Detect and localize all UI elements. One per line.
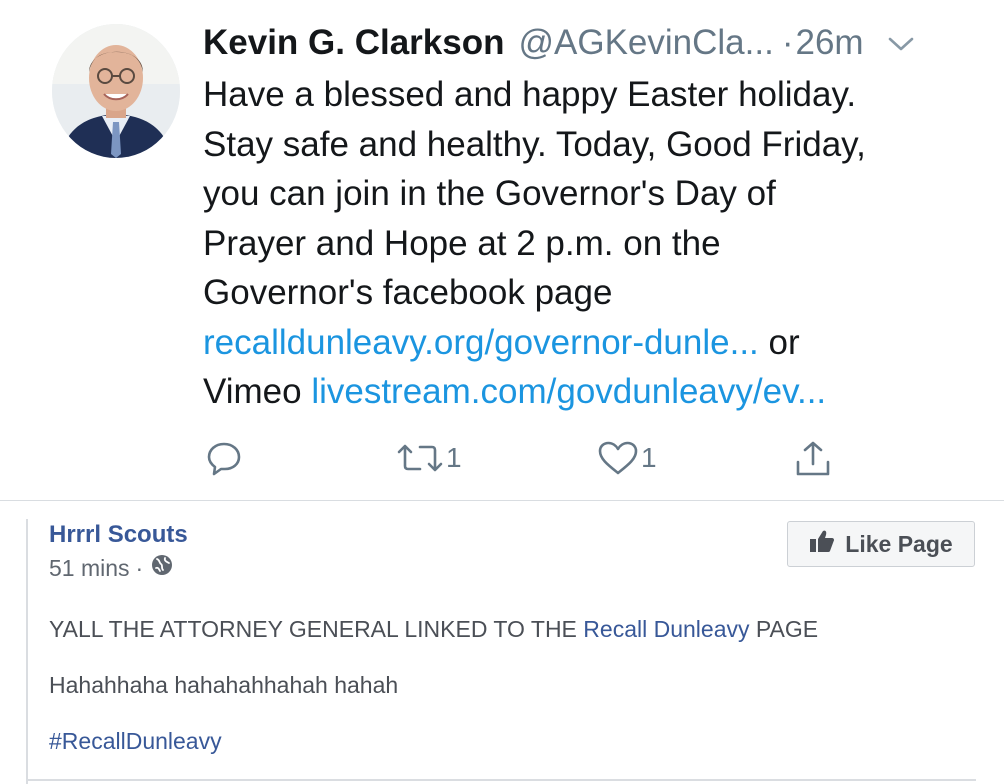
post-meta: 51 mins · <box>49 554 173 582</box>
share-icon <box>794 440 832 478</box>
like-page-label: Like Page <box>845 530 953 557</box>
heart-icon <box>597 440 639 476</box>
thumbs-up-icon <box>809 529 845 559</box>
post-line-2: Hahahhaha hahahahhahah hahah <box>49 672 399 698</box>
author-name[interactable]: Kevin G. Clarkson <box>203 18 504 68</box>
post-time[interactable]: 51 mins <box>49 555 130 582</box>
like-count: 1 <box>641 442 657 473</box>
tweet-line: Prayer and Hope at 2 p.m. on the <box>203 223 721 263</box>
bottom-divider <box>26 779 976 781</box>
tweet-body: Kevin G. Clarkson @AGKevinCla... · 26m H… <box>203 18 973 417</box>
tweet-line: Have a blessed and happy Easter holiday. <box>203 75 857 114</box>
tweet-line: you can join in the Governor's Day of <box>203 174 776 213</box>
tweet-text: Have a blessed and happy Easter holiday.… <box>203 70 973 417</box>
livestream-link[interactable]: livestream.com/govdunleavy/ev... <box>311 372 826 411</box>
hashtag-link[interactable]: #RecallDunleavy <box>49 728 222 755</box>
retweet-count: 1 <box>446 442 462 473</box>
tweet-line: Stay safe and healthy. Today, Good Frida… <box>203 124 866 164</box>
author-handle[interactable]: @AGKevinCla... <box>518 18 773 68</box>
tweet-line: Vimeo livestream.com/govdunleavy/ev... <box>203 367 973 417</box>
recall-link[interactable]: recalldunleavy.org/governor-dunle... <box>203 323 759 362</box>
post-text: YALL THE ATTORNEY GENERAL LINKED TO THE <box>49 616 584 642</box>
globe-icon <box>151 554 173 582</box>
avatar[interactable] <box>52 24 180 158</box>
reply-button[interactable] <box>205 440 243 476</box>
facebook-post: Hrrrl Scouts 51 mins · Like Page YALL TH… <box>0 501 1004 784</box>
tweet-card: Kevin G. Clarkson @AGKevinCla... · 26m H… <box>0 0 1004 501</box>
post-line-1: YALL THE ATTORNEY GENERAL LINKED TO THE … <box>49 616 818 643</box>
reply-icon <box>205 440 243 476</box>
vimeo-prefix: Vimeo <box>203 372 312 411</box>
page-name[interactable]: Hrrrl Scouts <box>49 521 188 549</box>
tweet-actions: 1 1 <box>0 440 1004 480</box>
retweet-icon <box>396 440 444 476</box>
separator-dot: · <box>781 23 794 62</box>
tweet-header: Kevin G. Clarkson @AGKevinCla... · 26m <box>203 18 973 68</box>
retweet-button[interactable]: 1 <box>396 440 462 476</box>
share-button[interactable] <box>794 440 832 478</box>
tweet-time[interactable]: 26m <box>795 18 863 68</box>
recall-dunleavy-link[interactable]: Recall Dunleavy <box>583 616 749 642</box>
like-page-button[interactable]: Like Page <box>787 521 975 567</box>
like-button[interactable]: 1 <box>597 440 657 476</box>
tweet-line: recalldunleavy.org/governor-dunle... or <box>203 318 973 368</box>
meta-separator: · <box>135 554 144 581</box>
post-text-suffix: PAGE <box>749 616 819 642</box>
chevron-down-icon[interactable] <box>886 20 916 51</box>
left-divider <box>26 519 28 784</box>
tweet-line: Governor's facebook page <box>203 273 613 312</box>
link-suffix: or <box>758 322 800 362</box>
